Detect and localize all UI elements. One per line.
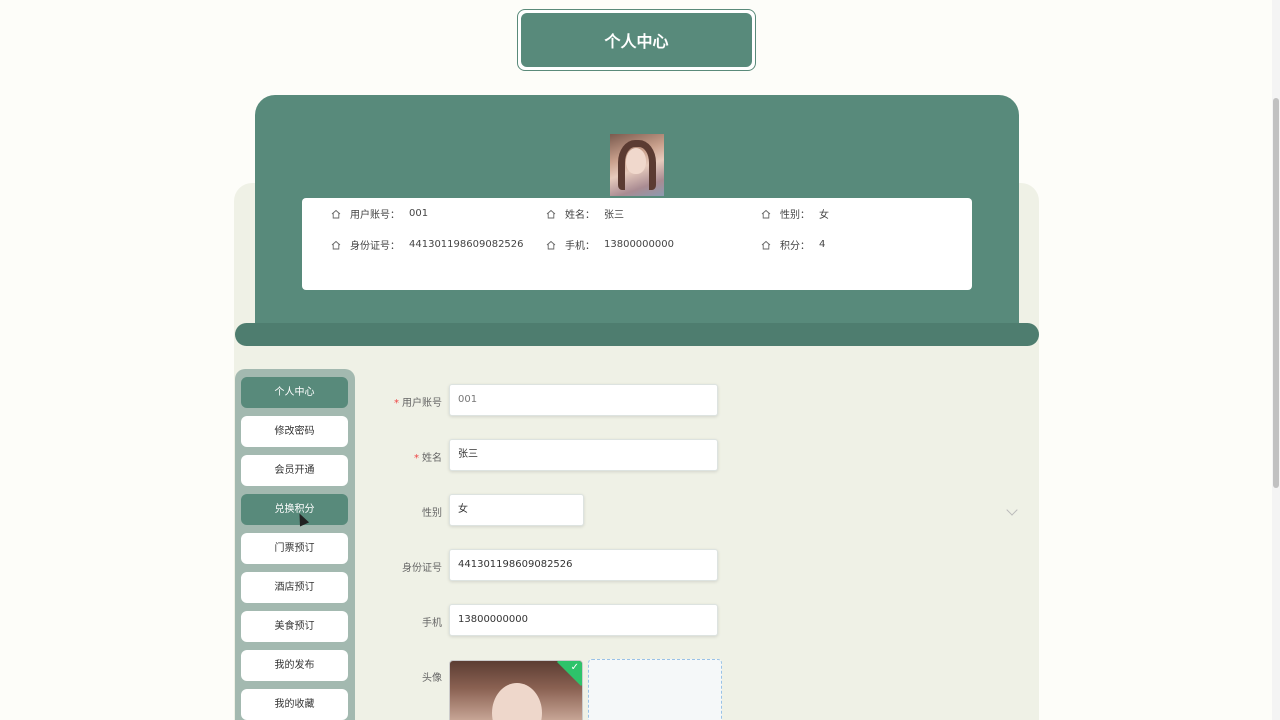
menu-item-membership[interactable]: 会员开通 xyxy=(241,455,348,486)
info-value: 4 xyxy=(819,239,826,250)
name-input[interactable]: 张三 xyxy=(449,439,718,471)
info-label: 用户账号： xyxy=(350,210,400,221)
info-account: 用户账号： 001 xyxy=(331,206,428,221)
scrollbar-thumb[interactable] xyxy=(1273,98,1279,488)
required-mark: * xyxy=(394,398,399,409)
info-value: 女 xyxy=(819,210,829,221)
avatar-label: 头像 xyxy=(422,673,442,684)
info-value: 13800000000 xyxy=(604,239,674,250)
phone-label: 手机 xyxy=(422,618,442,629)
uploaded-avatar-face xyxy=(492,683,542,720)
info-phone: 手机： 13800000000 xyxy=(546,237,674,252)
id-card-input[interactable]: 441301198609082526 xyxy=(449,549,718,581)
menu-item-redeem-points[interactable]: 兑换积分 xyxy=(241,494,348,525)
id-card-label: 身份证号 xyxy=(402,563,442,574)
page-scrollbar[interactable] xyxy=(1272,0,1280,720)
info-id-card: 身份证号： 441301198609082526 xyxy=(331,237,524,252)
home-icon xyxy=(331,209,341,218)
name-label: * 姓名 xyxy=(414,453,442,464)
info-label: 手机： xyxy=(565,241,595,252)
home-icon xyxy=(546,240,556,249)
info-points: 积分： 4 xyxy=(761,237,825,252)
account-label: * 用户账号 xyxy=(394,398,442,409)
info-value: 张三 xyxy=(604,210,624,221)
info-label: 身份证号： xyxy=(350,241,400,252)
home-icon xyxy=(546,209,556,218)
page-title: 个人中心 xyxy=(521,13,752,67)
home-icon xyxy=(761,240,771,249)
menu-item-favorites[interactable]: 我的收藏 xyxy=(241,689,348,720)
info-label: 姓名： xyxy=(565,210,595,221)
phone-input[interactable]: 13800000000 xyxy=(449,604,718,636)
info-gender: 性别： 女 xyxy=(761,206,829,221)
menu-item-hotel[interactable]: 酒店预订 xyxy=(241,572,348,603)
menu-item-my-posts[interactable]: 我的发布 xyxy=(241,650,348,681)
profile-info-card: 用户账号： 001 姓名： 张三 性别： 女 身份证号： 44130119860… xyxy=(302,198,972,290)
avatar-face xyxy=(626,148,646,174)
info-label: 性别： xyxy=(780,210,810,221)
uploaded-avatar-image[interactable]: ✓ xyxy=(449,660,583,720)
page-title-box: 个人中心 xyxy=(517,9,756,71)
gender-select[interactable]: 女 xyxy=(449,494,584,526)
info-value: 001 xyxy=(409,208,429,219)
home-icon xyxy=(761,209,771,218)
profile-header-base xyxy=(235,323,1039,346)
menu-item-profile[interactable]: 个人中心 xyxy=(241,377,348,408)
home-icon xyxy=(331,240,341,249)
account-input[interactable]: 001 xyxy=(449,384,718,416)
menu-item-change-password[interactable]: 修改密码 xyxy=(241,416,348,447)
profile-avatar xyxy=(610,134,664,196)
avatar-upload-box[interactable] xyxy=(588,659,722,720)
required-mark: * xyxy=(414,453,419,464)
menu-item-tickets[interactable]: 门票预订 xyxy=(241,533,348,564)
check-icon: ✓ xyxy=(570,662,579,673)
info-label: 积分： xyxy=(780,241,810,252)
info-name: 姓名： 张三 xyxy=(546,206,624,221)
info-value: 441301198609082526 xyxy=(409,239,524,250)
gender-label: 性别 xyxy=(422,508,442,519)
menu-item-food[interactable]: 美食预订 xyxy=(241,611,348,642)
side-menu: 个人中心 修改密码 会员开通 兑换积分 门票预订 酒店预订 美食预订 我的发布 … xyxy=(235,369,355,720)
